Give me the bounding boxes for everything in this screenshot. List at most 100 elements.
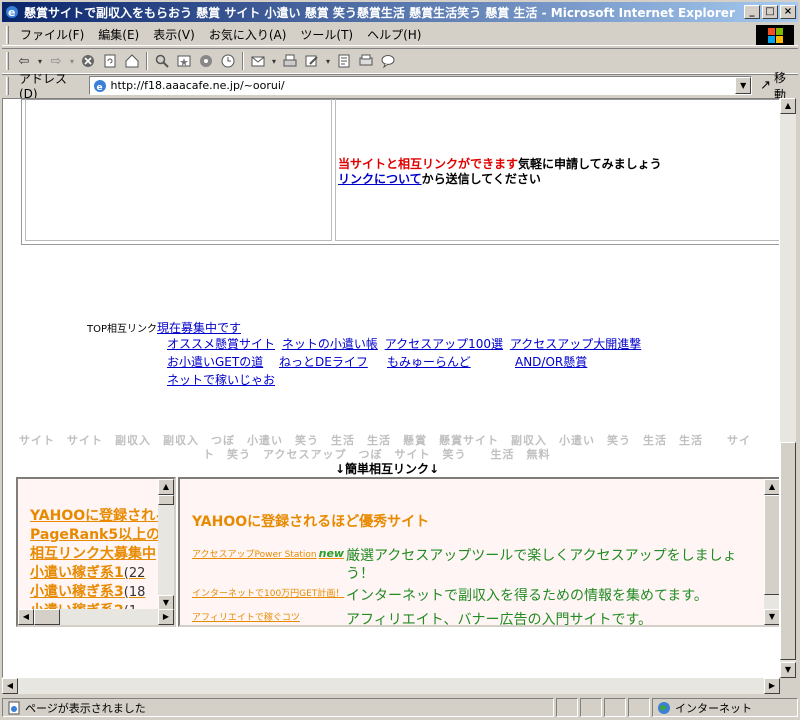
left-frame-content: YAHOOに登録されるほど PageRank5以上の 相互リンク大募集中 小遣い… bbox=[18, 479, 174, 619]
back-icon[interactable]: ⇦ bbox=[13, 51, 35, 71]
menu-bar: ファイル(F) 編集(E) 表示(V) お気に入り(A) ツール(T) ヘルプ(… bbox=[2, 24, 798, 46]
maximize-button[interactable]: □ bbox=[762, 5, 778, 19]
site-description: インターネットで副収入を得るための情報を集めてます。 bbox=[346, 588, 708, 604]
menu-help[interactable]: ヘルプ(H) bbox=[360, 24, 428, 45]
address-input[interactable]: e http://f18.aaacafe.ne.jp/~oorui/ ▼ bbox=[89, 76, 753, 95]
left-frame-line[interactable]: PageRank5以上の bbox=[30, 526, 160, 545]
menu-tools[interactable]: ツール(T) bbox=[293, 24, 360, 45]
close-button[interactable]: × bbox=[780, 5, 796, 19]
link-net-kasegi[interactable]: ネットで稼いじゃお bbox=[167, 373, 275, 387]
links-row-2: お小遣いGETの道 ねっとDEライフ もみゅーらんど AND/OR懸賞 bbox=[167, 353, 587, 370]
menu-edit[interactable]: 編集(E) bbox=[91, 24, 146, 45]
discuss-icon[interactable] bbox=[333, 51, 355, 71]
media-icon[interactable] bbox=[195, 51, 217, 71]
left-frame-hthumb[interactable] bbox=[34, 609, 60, 625]
right-frame-vthumb[interactable] bbox=[764, 495, 779, 595]
zone-text: インターネット bbox=[675, 701, 752, 715]
status-bar: ページが表示されました インターネット bbox=[2, 697, 798, 718]
favorites-icon[interactable] bbox=[173, 51, 195, 71]
top-label: TOP相互リンク bbox=[87, 324, 158, 335]
right-frame-row: アクセスアップPower Station new 厳選アクセスアップツールで楽しく… bbox=[192, 547, 746, 583]
left-frame-line[interactable]: 相互リンク大募集中 bbox=[30, 545, 158, 564]
link-access-daikai[interactable]: アクセスアップ大開進撃 bbox=[510, 337, 641, 351]
print-icon[interactable] bbox=[279, 51, 301, 71]
refresh-icon[interactable] bbox=[99, 51, 121, 71]
scroll-right-icon[interactable]: ▶ bbox=[764, 678, 780, 694]
link-kozukai-cho[interactable]: ネットの小遣い帳 bbox=[282, 337, 378, 351]
site-link[interactable]: アフィリエイトで稼ぐコツ bbox=[192, 611, 346, 625]
site-link[interactable]: インターネットで100万円GET計画！ bbox=[192, 587, 346, 601]
table-cell-right: 当サイトと相互リンクができます気軽に申請してみましょう リンクについてから送信し… bbox=[335, 99, 779, 241]
page-done-icon bbox=[8, 701, 20, 714]
history-icon[interactable] bbox=[217, 51, 239, 71]
notice-red-text: 当サイトと相互リンクができます bbox=[338, 157, 519, 171]
link-osusume[interactable]: オススメ懸賞サイト bbox=[167, 337, 275, 351]
address-bar: アドレス(D) e http://f18.aaacafe.ne.jp/~ooru… bbox=[2, 71, 798, 102]
link-about[interactable]: リンクについて bbox=[338, 172, 422, 186]
edit-icon[interactable] bbox=[301, 51, 323, 71]
menu-file[interactable]: ファイル(F) bbox=[13, 24, 91, 45]
scroll-up-icon[interactable]: ▲ bbox=[158, 479, 174, 495]
right-frame: YAHOOに登録されるほど優秀サイト アクセスアップPower Station n… bbox=[178, 477, 779, 627]
table-cell-left bbox=[25, 99, 332, 241]
messenger-icon[interactable] bbox=[377, 51, 399, 71]
browser-window: e 懸賞サイトで副収入をもらおう 懸賞 サイト 小遣い 懸賞 笑う懸賞生活 懸賞… bbox=[0, 0, 800, 720]
status-pane bbox=[604, 698, 626, 717]
status-pane bbox=[556, 698, 578, 717]
status-main: ページが表示されました bbox=[2, 698, 554, 717]
left-frame-hscroll[interactable]: ◀ ▶ bbox=[18, 609, 174, 625]
scroll-down-icon[interactable]: ▼ bbox=[764, 609, 779, 625]
back-dropdown-icon[interactable]: ▾ bbox=[35, 51, 45, 71]
right-frame-vscroll[interactable]: ▲ ▼ bbox=[764, 479, 779, 625]
scroll-corner bbox=[780, 678, 796, 694]
stop-icon[interactable] bbox=[77, 51, 99, 71]
forward-icon[interactable]: ⇨ bbox=[45, 51, 67, 71]
research-icon[interactable] bbox=[355, 51, 377, 71]
link-kozukai-get[interactable]: お小遣いGETの道 bbox=[167, 355, 263, 369]
site-link[interactable]: アクセスアップPower Station new bbox=[192, 547, 346, 562]
menu-view[interactable]: 表示(V) bbox=[146, 24, 202, 45]
scroll-up-icon[interactable]: ▲ bbox=[764, 479, 779, 495]
status-pane bbox=[580, 698, 602, 717]
forward-dropdown-icon[interactable]: ▾ bbox=[67, 51, 77, 71]
windows-logo bbox=[756, 25, 794, 45]
main-hscroll[interactable]: ◀ ▶ bbox=[2, 678, 780, 694]
minimize-button[interactable]: _ bbox=[744, 5, 760, 19]
link-access-100[interactable]: アクセスアップ100選 bbox=[385, 337, 503, 351]
mail-icon[interactable] bbox=[247, 51, 269, 71]
site-description: 厳選アクセスアップツールで楽しくアクセスアップをしましょう！ bbox=[346, 548, 737, 582]
home-icon[interactable] bbox=[121, 51, 143, 71]
main-vscroll[interactable]: ▲ ▼ bbox=[780, 98, 796, 678]
left-frame-line[interactable]: YAHOOに登録されるほど bbox=[30, 507, 174, 526]
left-frame-vthumb[interactable] bbox=[158, 495, 174, 505]
top-mutual-link: TOP相互リンク現在募集中です bbox=[87, 319, 241, 336]
page-icon: e bbox=[94, 79, 107, 93]
scroll-left-icon[interactable]: ◀ bbox=[2, 678, 18, 694]
scroll-left-icon[interactable]: ◀ bbox=[18, 609, 34, 625]
status-text: ページが表示されました bbox=[25, 701, 146, 715]
menu-favorites[interactable]: お気に入り(A) bbox=[202, 24, 294, 45]
search-icon[interactable] bbox=[151, 51, 173, 71]
top-link[interactable]: 現在募集中です bbox=[157, 321, 241, 335]
scroll-right-icon[interactable]: ▶ bbox=[158, 609, 174, 625]
site-description: アフィリエイト、バナー広告の入門サイトです。 bbox=[346, 612, 653, 627]
left-frame-line[interactable]: 小遣い稼ぎ系3(18 bbox=[30, 583, 158, 602]
right-frame-title: YAHOOに登録されるほど優秀サイト bbox=[192, 514, 430, 530]
simple-link-heading: ↓簡単相互リンク↓ bbox=[335, 462, 440, 476]
page-viewport: 当サイトと相互リンクができます気軽に申請してみましょう リンクについてから送信し… bbox=[2, 98, 780, 678]
address-dropdown-icon[interactable]: ▼ bbox=[735, 77, 752, 94]
toolbar: ⇦ ▾ ⇨ ▾ ▾ ▾ bbox=[2, 48, 798, 74]
left-frame-line[interactable]: 小遣い稼ぎ系1(22 bbox=[30, 564, 158, 583]
links-row-1: オススメ懸賞サイト ネットの小遣い帳 アクセスアップ100選 アクセスアップ大開… bbox=[167, 335, 641, 352]
status-zone: インターネット bbox=[652, 698, 798, 717]
edit-dropdown-icon[interactable]: ▾ bbox=[323, 51, 333, 71]
mail-dropdown-icon[interactable]: ▾ bbox=[269, 51, 279, 71]
scroll-up-icon[interactable]: ▲ bbox=[780, 98, 796, 114]
scroll-down-icon[interactable]: ▼ bbox=[780, 662, 796, 678]
link-net-de-life[interactable]: ねっとDEライフ bbox=[279, 353, 368, 370]
go-arrow-icon: ↗ bbox=[760, 78, 772, 93]
main-vthumb[interactable] bbox=[780, 442, 796, 660]
left-frame-vscroll[interactable]: ▲ ▼ bbox=[158, 479, 174, 611]
link-and-or[interactable]: AND/OR懸賞 bbox=[515, 353, 587, 370]
link-momyu[interactable]: もみゅーらんど bbox=[387, 353, 471, 370]
